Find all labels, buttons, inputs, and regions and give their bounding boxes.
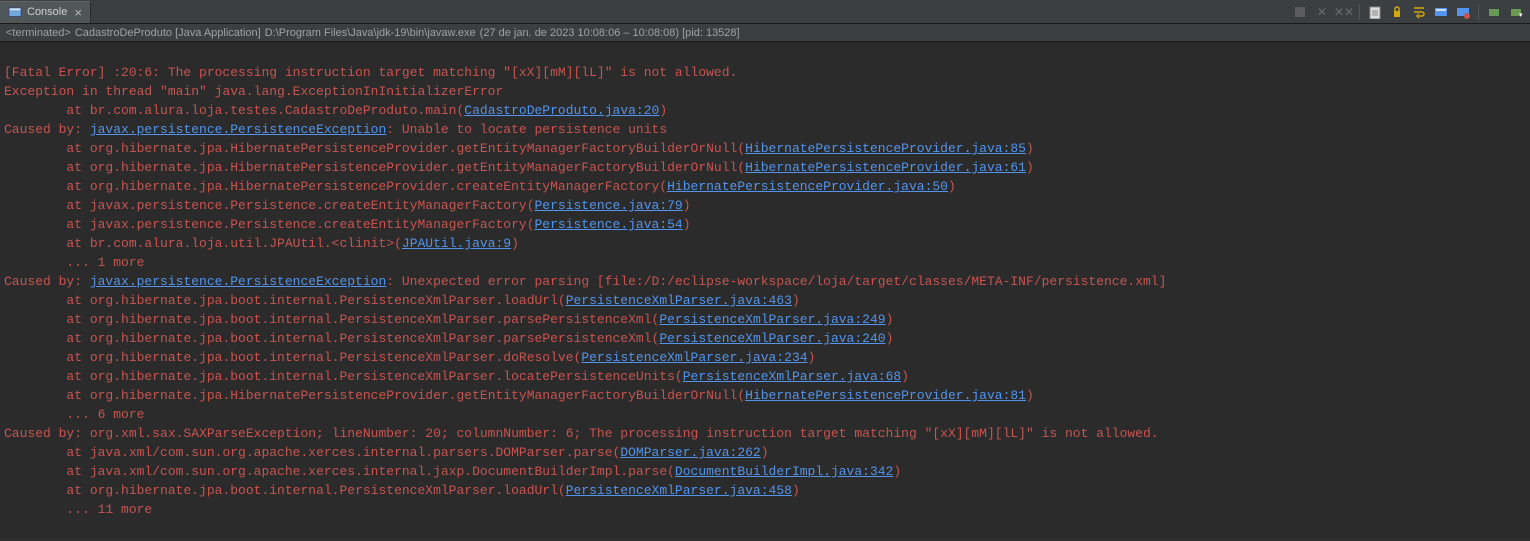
clear-console-icon[interactable] — [1365, 2, 1385, 22]
exec-meta: (27 de jan. de 2023 10:08:06 – 10:08:08)… — [480, 27, 740, 39]
stack-frame: at org.hibernate.jpa.boot.internal.Persi… — [4, 369, 683, 384]
console-line: [Fatal Error] :20:6: The processing inst… — [4, 65, 737, 80]
paren: ) — [683, 198, 691, 213]
caused-by: Caused by: — [4, 122, 90, 137]
paren: ) — [792, 483, 800, 498]
source-link[interactable]: PersistenceXmlParser.java:234 — [581, 350, 807, 365]
source-link[interactable]: PersistenceXmlParser.java:458 — [566, 483, 792, 498]
tab-bar: Console × ✕ ✕✕ ▾ — [0, 0, 1530, 24]
exception-link[interactable]: javax.persistence.PersistenceException — [90, 274, 386, 289]
source-link[interactable]: HibernatePersistenceProvider.java:50 — [667, 179, 948, 194]
paren: ) — [1026, 388, 1034, 403]
separator — [1359, 4, 1360, 20]
frames-omitted: ... 1 more — [4, 255, 144, 270]
source-link[interactable]: PersistenceXmlParser.java:240 — [659, 331, 885, 346]
scroll-lock-icon[interactable] — [1387, 2, 1407, 22]
stack-frame: at org.hibernate.jpa.HibernatePersistenc… — [4, 179, 667, 194]
remove-all-icon[interactable]: ✕✕ — [1334, 2, 1354, 22]
source-link[interactable]: PersistenceXmlParser.java:249 — [659, 312, 885, 327]
frames-omitted: ... 6 more — [4, 407, 144, 422]
paren: ) — [683, 217, 691, 232]
stack-frame: at javax.persistence.Persistence.createE… — [4, 198, 535, 213]
exception-class: java.lang.ExceptionInInitializerError — [215, 84, 504, 99]
source-link[interactable]: DOMParser.java:262 — [620, 445, 760, 460]
source-link[interactable]: HibernatePersistenceProvider.java:61 — [745, 160, 1026, 175]
source-link[interactable]: HibernatePersistenceProvider.java:85 — [745, 141, 1026, 156]
stack-frame: at javax.persistence.Persistence.createE… — [4, 217, 535, 232]
console-toolbar: ✕ ✕✕ ▾ — [1290, 2, 1530, 22]
stack-frame: at org.hibernate.jpa.boot.internal.Persi… — [4, 312, 659, 327]
paren: ) — [893, 464, 901, 479]
paren: ) — [901, 369, 909, 384]
paren: ) — [886, 312, 894, 327]
exception-link[interactable]: javax.persistence.PersistenceException — [90, 122, 386, 137]
display-selected-icon[interactable] — [1453, 2, 1473, 22]
paren: ) — [511, 236, 519, 251]
stack-frame: at org.hibernate.jpa.HibernatePersistenc… — [4, 388, 745, 403]
source-link[interactable]: PersistenceXmlParser.java:68 — [683, 369, 901, 384]
stack-frame: at br.com.alura.loja.util.JPAUtil.<clini… — [4, 236, 402, 251]
caused-by: Caused by: — [4, 274, 90, 289]
paren: ) — [1026, 141, 1034, 156]
svg-text:▾: ▾ — [1519, 12, 1523, 19]
caused-by: Caused by: org.xml.sax.SAXParseException… — [4, 426, 1159, 441]
stack-frame: at org.hibernate.jpa.boot.internal.Persi… — [4, 350, 581, 365]
stack-frame: at org.hibernate.jpa.HibernatePersistenc… — [4, 141, 745, 156]
source-link[interactable]: PersistenceXmlParser.java:463 — [566, 293, 792, 308]
frames-omitted: ... 11 more — [4, 502, 152, 517]
paren: ) — [761, 445, 769, 460]
terminate-icon[interactable] — [1290, 2, 1310, 22]
cause-msg: : Unable to locate persistence units — [386, 122, 667, 137]
stack-frame: at org.hibernate.jpa.boot.internal.Persi… — [4, 331, 659, 346]
paren: ) — [792, 293, 800, 308]
app-name: CadastroDeProduto [Java Application] — [75, 27, 261, 39]
source-link[interactable]: DocumentBuilderImpl.java:342 — [675, 464, 893, 479]
tab-label: Console — [27, 6, 67, 18]
source-link[interactable]: CadastroDeProduto.java:20 — [464, 103, 659, 118]
tab-console[interactable]: Console × — [0, 1, 91, 23]
console-icon — [8, 5, 22, 19]
source-link[interactable]: Persistence.java:54 — [535, 217, 683, 232]
source-link[interactable]: HibernatePersistenceProvider.java:81 — [745, 388, 1026, 403]
stack-frame: at java.xml/com.sun.org.apache.xerces.in… — [4, 464, 675, 479]
exec-path: D:\Program Files\Java\jdk-19\bin\javaw.e… — [265, 27, 476, 39]
paren: ) — [1026, 160, 1034, 175]
cause-msg: : Unexpected error parsing [file:/D:/ecl… — [386, 274, 1166, 289]
show-console-icon[interactable]: ▾ — [1506, 2, 1526, 22]
pin-console-icon[interactable] — [1431, 2, 1451, 22]
open-console-icon[interactable] — [1484, 2, 1504, 22]
word-wrap-icon[interactable] — [1409, 2, 1429, 22]
stack-frame: at br.com.alura.loja.testes.CadastroDePr… — [4, 103, 464, 118]
close-icon[interactable]: × — [72, 6, 84, 19]
paren: ) — [886, 331, 894, 346]
paren: ) — [948, 179, 956, 194]
source-link[interactable]: JPAUtil.java:9 — [402, 236, 511, 251]
launch-status: <terminated> CadastroDeProduto [Java App… — [0, 24, 1530, 42]
paren: ) — [808, 350, 816, 365]
console-output[interactable]: [Fatal Error] :20:6: The processing inst… — [0, 42, 1530, 539]
stack-frame: at org.hibernate.jpa.HibernatePersistenc… — [4, 160, 745, 175]
paren: ) — [659, 103, 667, 118]
remove-launch-icon[interactable]: ✕ — [1312, 2, 1332, 22]
stack-frame: at org.hibernate.jpa.boot.internal.Persi… — [4, 483, 566, 498]
source-link[interactable]: Persistence.java:79 — [535, 198, 683, 213]
console-line: Exception in thread "main" — [4, 84, 215, 99]
separator — [1478, 4, 1479, 20]
stack-frame: at org.hibernate.jpa.boot.internal.Persi… — [4, 293, 566, 308]
terminated-label: <terminated> — [6, 27, 71, 39]
stack-frame: at java.xml/com.sun.org.apache.xerces.in… — [4, 445, 620, 460]
